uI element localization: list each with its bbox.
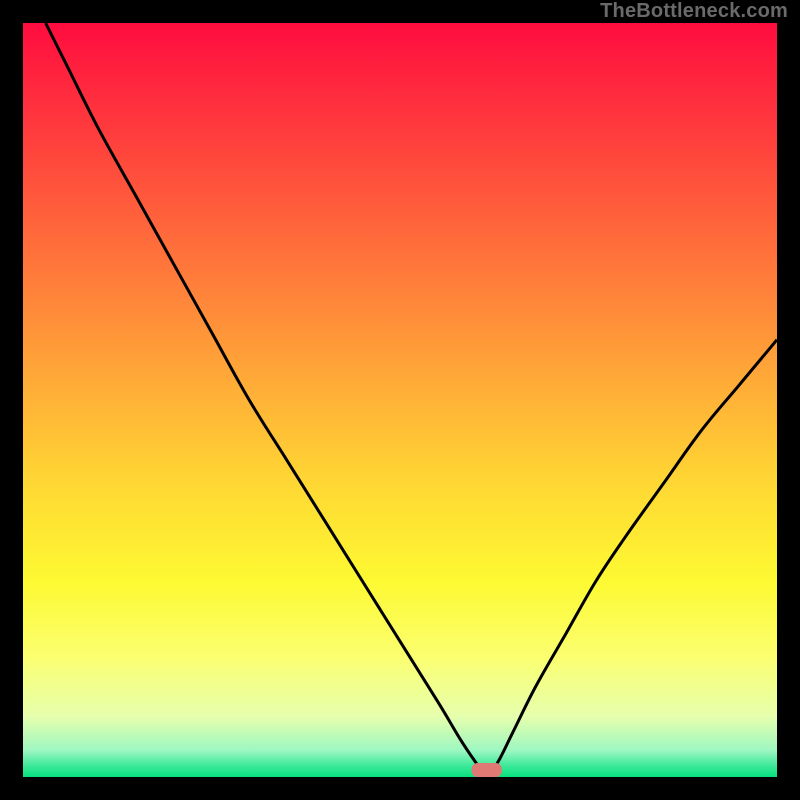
bottleneck-chart [23, 23, 777, 777]
watermark-text: TheBottleneck.com [600, 0, 788, 23]
gradient-background [23, 23, 777, 777]
optimal-marker [472, 763, 502, 777]
chart-frame [23, 23, 777, 777]
